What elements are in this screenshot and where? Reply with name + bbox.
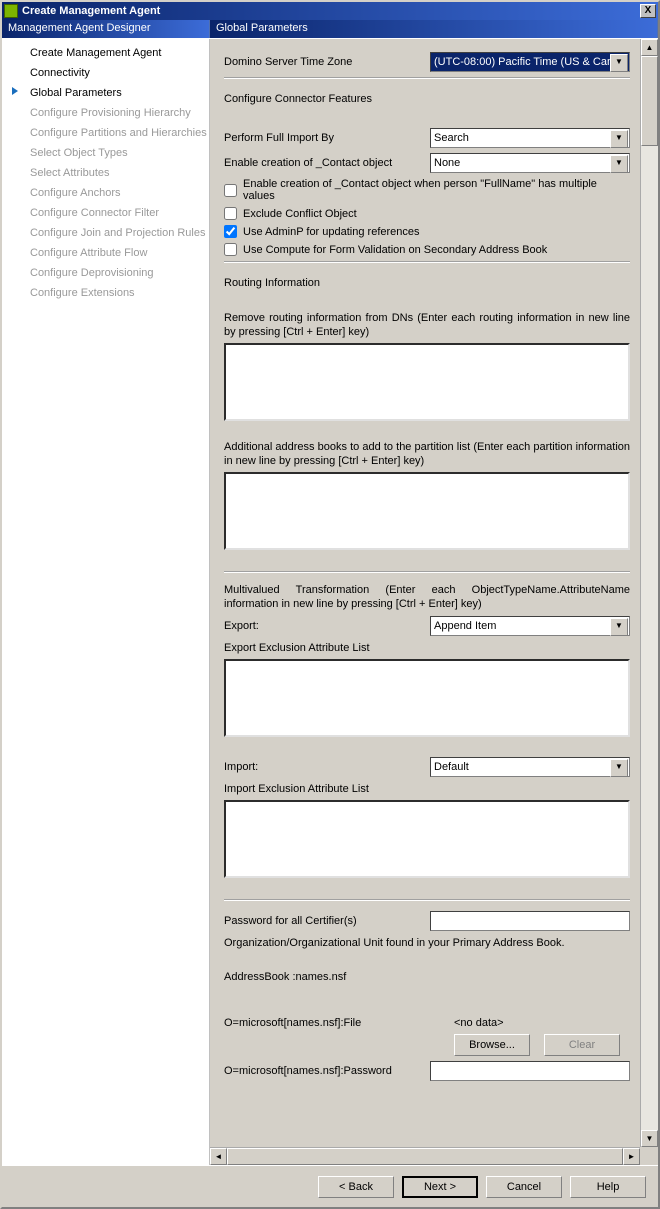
cancel-button[interactable]: Cancel: [486, 1176, 562, 1198]
nav-item: Select Object Types: [2, 143, 209, 163]
nav-item: Configure Connector Filter: [2, 203, 209, 223]
routing-textarea[interactable]: [224, 343, 630, 421]
next-button[interactable]: Next >: [402, 1176, 478, 1198]
cb-enable-fullname-label: Enable creation of _Contact object when …: [243, 178, 630, 202]
routing-desc: Remove routing information from DNs (Ent…: [224, 311, 630, 339]
address-book-text: AddressBook :names.nsf: [224, 970, 630, 984]
nav-item: Configure Provisioning Hierarchy: [2, 103, 209, 123]
title-bar: Create Management Agent X: [2, 2, 658, 20]
wizard-nav: Create Management Agent Connectivity Glo…: [2, 39, 210, 1165]
import-label: Import:: [224, 761, 430, 773]
nav-item: Select Attributes: [2, 163, 209, 183]
cb-use-adminp[interactable]: [224, 225, 237, 238]
org-unit-text: Organization/Organizational Unit found i…: [224, 936, 630, 950]
clear-button[interactable]: Clear: [544, 1034, 620, 1056]
nav-item-current[interactable]: Global Parameters: [2, 83, 209, 103]
import-excl-label: Import Exclusion Attribute List: [224, 782, 630, 796]
file-label: O=microsoft[names.nsf]:File: [224, 1017, 454, 1029]
dialog-body: Create Management Agent Connectivity Glo…: [2, 38, 658, 1165]
file-value: <no data>: [454, 1017, 630, 1029]
password2-label: O=microsoft[names.nsf]:Password: [224, 1065, 430, 1077]
nav-item[interactable]: Create Management Agent: [2, 43, 209, 63]
column-headers: Management Agent Designer Global Paramet…: [2, 20, 658, 38]
scroll-thumb[interactable]: [641, 56, 658, 146]
content-header: Global Parameters: [210, 20, 658, 38]
browse-button[interactable]: Browse...: [454, 1034, 530, 1056]
separator: [224, 77, 630, 79]
export-select[interactable]: Append Item: [430, 616, 630, 636]
import-select[interactable]: Default: [430, 757, 630, 777]
help-button[interactable]: Help: [570, 1176, 646, 1198]
cb-use-compute[interactable]: [224, 243, 237, 256]
nav-header: Management Agent Designer: [2, 20, 210, 38]
back-button[interactable]: < Back: [318, 1176, 394, 1198]
close-icon[interactable]: X: [640, 4, 656, 18]
cb-exclude-conflict[interactable]: [224, 207, 237, 220]
nav-item: Configure Join and Projection Rules: [2, 223, 209, 243]
scroll-left-icon[interactable]: ◄: [210, 1148, 227, 1165]
export-label: Export:: [224, 620, 430, 632]
separator: [224, 571, 630, 573]
addbooks-textarea[interactable]: [224, 472, 630, 550]
horizontal-scrollbar[interactable]: ◄ ►: [210, 1147, 640, 1165]
vertical-scrollbar[interactable]: ▲ ▼: [640, 39, 658, 1147]
connector-features-title: Configure Connector Features: [224, 93, 630, 105]
import-excl-textarea[interactable]: [224, 800, 630, 878]
enable-creation-select[interactable]: None: [430, 153, 630, 173]
timezone-select[interactable]: (UTC-08:00) Pacific Time (US & Can: [430, 52, 630, 72]
cb-exclude-conflict-label: Exclude Conflict Object: [243, 208, 357, 220]
cb-use-adminp-label: Use AdminP for updating references: [243, 226, 420, 238]
window-title: Create Management Agent: [22, 5, 640, 17]
form-scroll-area: Domino Server Time Zone (UTC-08:00) Paci…: [210, 39, 640, 1147]
app-icon: [4, 4, 18, 18]
scroll-thumb-h[interactable]: [227, 1148, 623, 1165]
enable-creation-label: Enable creation of _Contact object: [224, 157, 430, 169]
cb-use-compute-label: Use Compute for Form Validation on Secon…: [243, 244, 547, 256]
certifier-password-label: Password for all Certifier(s): [224, 915, 430, 927]
routing-title: Routing Information: [224, 277, 630, 289]
nav-item: Configure Attribute Flow: [2, 243, 209, 263]
full-import-label: Perform Full Import By: [224, 132, 430, 144]
separator: [224, 261, 630, 263]
scroll-corner: [640, 1147, 658, 1165]
export-excl-textarea[interactable]: [224, 659, 630, 737]
password2-input[interactable]: [430, 1061, 630, 1081]
scroll-right-icon[interactable]: ►: [623, 1148, 640, 1165]
scroll-down-icon[interactable]: ▼: [641, 1130, 658, 1147]
timezone-label: Domino Server Time Zone: [224, 56, 430, 68]
certifier-password-input[interactable]: [430, 911, 630, 931]
multivalued-desc: Multivalued Transformation (Enter each O…: [224, 583, 630, 611]
nav-item: Configure Extensions: [2, 283, 209, 303]
nav-item: Configure Partitions and Hierarchies: [2, 123, 209, 143]
nav-item: Configure Anchors: [2, 183, 209, 203]
nav-item: Configure Deprovisioning: [2, 263, 209, 283]
full-import-select[interactable]: Search: [430, 128, 630, 148]
nav-item[interactable]: Connectivity: [2, 63, 209, 83]
separator: [224, 899, 630, 901]
cb-enable-fullname[interactable]: [224, 184, 237, 197]
dialog-window: Create Management Agent X Management Age…: [0, 0, 660, 1209]
addbooks-desc: Additional address books to add to the p…: [224, 440, 630, 468]
dialog-footer: < Back Next > Cancel Help: [2, 1165, 658, 1207]
main-panel: Domino Server Time Zone (UTC-08:00) Paci…: [210, 39, 658, 1165]
scroll-up-icon[interactable]: ▲: [641, 39, 658, 56]
export-excl-label: Export Exclusion Attribute List: [224, 641, 630, 655]
